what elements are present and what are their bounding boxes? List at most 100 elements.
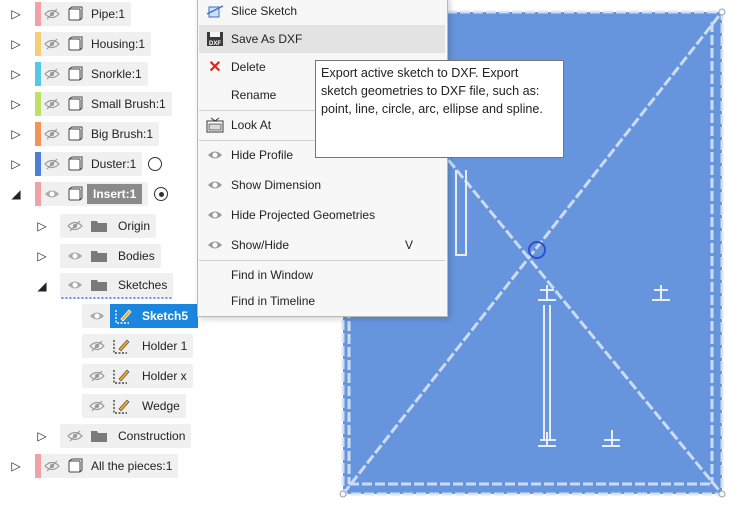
eye-hidden-icon[interactable] <box>64 218 86 234</box>
component-row-snorkle[interactable]: ▷ Snorkle:1 <box>10 60 148 88</box>
activate-radio[interactable] <box>148 157 163 171</box>
expand-triangle-icon[interactable]: ▷ <box>10 157 22 171</box>
expand-triangle-icon[interactable]: ▷ <box>10 97 22 111</box>
eye-hidden-icon[interactable] <box>86 398 108 414</box>
eye-hidden-icon[interactable] <box>86 338 108 354</box>
sketch-chip[interactable]: Holder x <box>82 364 193 388</box>
dxf-icon: DXF <box>204 30 226 48</box>
component-chip[interactable]: Big Brush:1 <box>35 122 160 146</box>
component-chip[interactable]: Duster:1 <box>35 152 143 176</box>
folder-label: Bodies <box>118 249 155 263</box>
component-row-big-brush[interactable]: ▷ Big Brush:1 <box>10 120 160 148</box>
component-chip[interactable]: Snorkle:1 <box>35 62 148 86</box>
sketch-corner-point[interactable] <box>718 8 726 16</box>
folder-row-construction[interactable]: ▷ Construction <box>36 422 192 450</box>
look-at-icon <box>204 116 226 134</box>
eye-hidden-icon[interactable] <box>41 96 63 112</box>
sketch-label: Wedge <box>142 399 180 413</box>
menu-item-slice-sketch[interactable]: Slice Sketch <box>199 0 445 25</box>
component-icon <box>67 126 83 142</box>
sketch-icon <box>113 399 130 414</box>
menu-item-show-hide[interactable]: Show/Hide V <box>199 231 445 259</box>
expand-triangle-icon[interactable]: ▷ <box>10 67 22 81</box>
eye-visible-icon[interactable] <box>64 277 86 293</box>
folder-chip[interactable]: Construction <box>60 424 192 448</box>
component-row-pipe[interactable]: ▷ Pipe:1 <box>10 0 132 28</box>
sketch-chip[interactable]: Wedge <box>82 394 186 418</box>
save-as-dxf-tooltip: Export active sketch to DXF. Export sket… <box>315 60 564 158</box>
expand-triangle-icon[interactable]: ▷ <box>10 37 22 51</box>
component-label: All the pieces:1 <box>91 459 173 473</box>
menu-item-show-dimension[interactable]: Show Dimension <box>199 171 445 199</box>
menu-item-find-in-timeline[interactable]: Find in Timeline <box>199 287 445 315</box>
sketch-icon <box>115 309 132 324</box>
sketch-label: Holder 1 <box>142 339 188 353</box>
menu-item-label: Slice Sketch <box>231 4 298 18</box>
component-icon <box>67 458 83 474</box>
sketch-row[interactable]: Holder 1 <box>82 332 194 360</box>
folder-icon <box>91 221 107 232</box>
sketch-icon <box>113 369 130 384</box>
menu-item-find-in-window[interactable]: Find in Window <box>199 261 445 289</box>
component-chip[interactable]: All the pieces:1 <box>35 454 179 478</box>
eye-visible-icon[interactable] <box>41 186 63 202</box>
component-label: Duster:1 <box>91 157 137 171</box>
expand-triangle-icon[interactable]: ▷ <box>10 459 22 473</box>
sketch-chip[interactable]: Sketch5 <box>82 304 199 328</box>
sketch-label: Sketch5 <box>142 309 189 323</box>
eye-icon <box>204 146 226 164</box>
component-row-all-pieces[interactable]: ▷ All the pieces:1 <box>10 452 179 480</box>
component-chip[interactable]: Insert:1 <box>35 182 149 206</box>
component-label: Small Brush:1 <box>91 97 166 111</box>
active-radio[interactable] <box>154 187 169 201</box>
component-label: Snorkle:1 <box>91 67 142 81</box>
component-row-small-brush[interactable]: ▷ Small Brush:1 <box>10 90 172 118</box>
eye-hidden-icon[interactable] <box>64 428 86 444</box>
expand-triangle-icon[interactable]: ▷ <box>10 7 22 21</box>
expand-triangle-icon[interactable]: ▷ <box>36 219 48 233</box>
sketch-corner-point[interactable] <box>339 490 347 498</box>
eye-visible-icon[interactable] <box>64 248 86 264</box>
eye-hidden-icon[interactable] <box>41 66 63 82</box>
component-row-insert[interactable]: ◢ Insert:1 <box>10 180 169 208</box>
menu-item-hide-projected-geometries[interactable]: Hide Projected Geometries <box>199 201 445 229</box>
collapse-triangle-icon[interactable]: ◢ <box>36 279 48 293</box>
expand-triangle-icon[interactable]: ▷ <box>36 429 48 443</box>
menu-item-label: Find in Timeline <box>231 294 316 308</box>
component-row-duster[interactable]: ▷ Duster:1 <box>10 150 163 178</box>
menu-item-save-as-dxf[interactable]: DXF Save As DXF <box>199 25 445 53</box>
folder-icon <box>91 280 107 291</box>
sketch-row-selected[interactable]: Sketch5 <box>82 302 199 330</box>
sketch-row[interactable]: Holder x <box>82 362 193 390</box>
component-chip[interactable]: Housing:1 <box>35 32 152 56</box>
component-chip[interactable]: Pipe:1 <box>35 2 132 26</box>
slice-sketch-icon <box>204 2 226 20</box>
eye-visible-icon[interactable] <box>86 308 108 324</box>
folder-chip[interactable]: Bodies <box>60 244 161 268</box>
sketch-chip[interactable]: Holder 1 <box>82 334 194 358</box>
folder-row-origin[interactable]: ▷ Origin <box>36 212 157 240</box>
component-chip[interactable]: Small Brush:1 <box>35 92 172 116</box>
folder-row-bodies[interactable]: ▷ Bodies <box>36 242 161 270</box>
folder-chip[interactable]: Sketches <box>60 273 174 299</box>
menu-item-label: Show Dimension <box>231 178 322 192</box>
eye-hidden-icon[interactable] <box>41 156 63 172</box>
component-row-housing[interactable]: ▷ Housing:1 <box>10 30 152 58</box>
eye-icon <box>204 206 226 224</box>
component-icon <box>67 36 83 52</box>
component-icon <box>67 66 83 82</box>
expand-triangle-icon[interactable]: ▷ <box>10 127 22 141</box>
eye-hidden-icon[interactable] <box>41 458 63 474</box>
menu-item-shortcut: V <box>405 238 414 252</box>
folder-label: Construction <box>118 429 186 443</box>
sketch-row[interactable]: Wedge <box>82 392 186 420</box>
expand-triangle-icon[interactable]: ▷ <box>36 249 48 263</box>
eye-hidden-icon[interactable] <box>86 368 108 384</box>
eye-hidden-icon[interactable] <box>41 126 63 142</box>
folder-row-sketches[interactable]: ◢ Sketches <box>36 272 174 300</box>
eye-hidden-icon[interactable] <box>41 36 63 52</box>
folder-chip[interactable]: Origin <box>60 214 157 238</box>
collapse-triangle-icon[interactable]: ◢ <box>10 187 22 201</box>
sketch-corner-point[interactable] <box>718 490 726 498</box>
eye-hidden-icon[interactable] <box>41 6 63 22</box>
